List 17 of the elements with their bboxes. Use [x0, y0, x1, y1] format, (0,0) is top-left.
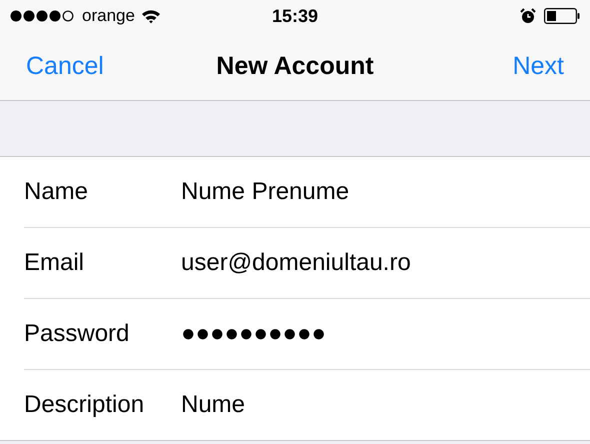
input-field[interactable]: user@domeniultau.ro [181, 249, 411, 277]
input-field[interactable]: ●●●●●●●●●● [181, 320, 326, 348]
field-label: Description [24, 391, 146, 419]
signal-icon [10, 10, 76, 22]
screen-title: New Account [216, 52, 374, 80]
field-label: Email [24, 249, 86, 277]
input-field[interactable]: Nume [181, 391, 246, 419]
field-label: Name [24, 178, 90, 206]
input-field[interactable]: Nume Prenume [181, 178, 350, 206]
carrier-name: orange [82, 6, 135, 26]
cancel-button[interactable]: Cancel [26, 52, 104, 80]
alarm-clock-icon [520, 8, 536, 24]
clock-time: 15:39 [272, 6, 318, 26]
battery-icon [544, 8, 580, 24]
next-button[interactable]: Next [512, 52, 564, 80]
field-label: Password [24, 320, 130, 348]
wifi-icon [140, 8, 161, 24]
